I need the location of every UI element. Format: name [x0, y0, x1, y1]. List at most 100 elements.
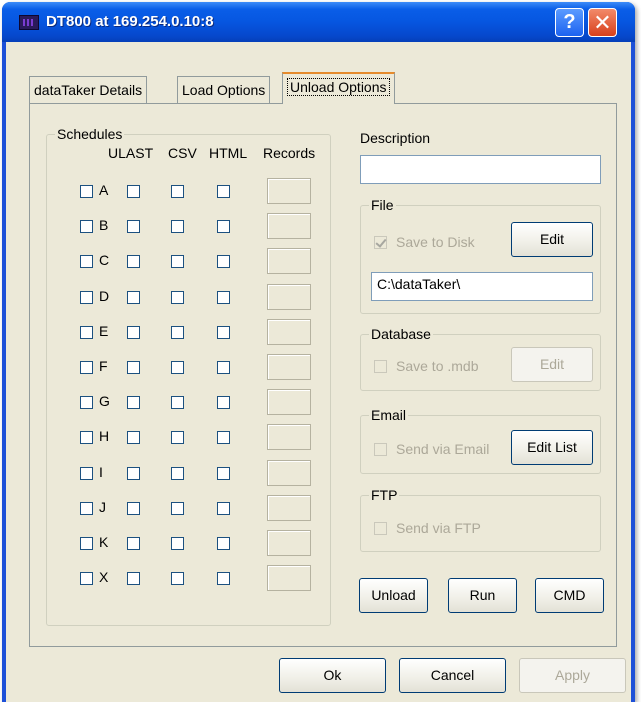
html-checkbox[interactable] [217, 326, 230, 339]
schedule-enable-checkbox[interactable] [80, 255, 93, 268]
records-field [267, 178, 311, 204]
schedule-enable-checkbox[interactable] [80, 572, 93, 585]
description-input[interactable] [360, 155, 601, 184]
schedules-group: Schedules ULAST CSV HTML Records A B C D E F G… [46, 126, 331, 626]
send-via-email-checkbox[interactable] [374, 443, 387, 456]
dialog-window: DT800 at 169.254.0.10:8 ? ✕ dataTaker De… [2, 2, 635, 702]
schedule-enable-checkbox[interactable] [80, 220, 93, 233]
schedule-letter: E [99, 323, 109, 339]
html-checkbox[interactable] [217, 361, 230, 374]
tab-panel-unload-options: Schedules ULAST CSV HTML Records A B C D E F G… [29, 103, 617, 647]
tab-label: Load Options [182, 82, 266, 98]
ulast-checkbox[interactable] [127, 185, 140, 198]
schedule-enable-checkbox[interactable] [80, 431, 93, 444]
schedule-letter: F [99, 358, 108, 374]
column-header-html: HTML [209, 145, 248, 161]
apply-button[interactable]: Apply [519, 658, 626, 693]
email-group-title: Email [369, 407, 409, 423]
html-checkbox[interactable] [217, 537, 230, 550]
schedule-letter: A [99, 182, 109, 198]
email-edit-list-button[interactable]: Edit List [511, 430, 593, 465]
file-path-input[interactable]: C:\dataTaker\ [371, 272, 593, 301]
schedule-enable-checkbox[interactable] [80, 502, 93, 515]
html-checkbox[interactable] [217, 185, 230, 198]
unload-button[interactable]: Unload [359, 578, 428, 613]
send-via-ftp-label: Send via FTP [396, 520, 481, 536]
csv-checkbox[interactable] [171, 502, 184, 515]
csv-checkbox[interactable] [171, 291, 184, 304]
cancel-button[interactable]: Cancel [399, 658, 506, 693]
tab-datataker-details[interactable]: dataTaker Details [29, 76, 148, 103]
save-to-disk-checkbox[interactable] [374, 236, 387, 249]
run-button[interactable]: Run [448, 578, 517, 613]
column-header-ulast: ULAST [108, 145, 154, 161]
ftp-group-title: FTP [369, 487, 400, 503]
html-checkbox[interactable] [217, 572, 230, 585]
save-to-mdb-checkbox[interactable] [374, 360, 387, 373]
help-button[interactable]: ? [555, 8, 584, 37]
ulast-checkbox[interactable] [127, 431, 140, 444]
csv-checkbox[interactable] [171, 361, 184, 374]
csv-checkbox[interactable] [171, 467, 184, 480]
ok-button[interactable]: Ok [279, 658, 386, 693]
cmd-button[interactable]: CMD [535, 578, 604, 613]
column-header-records: Records [263, 145, 316, 161]
tab-load-options[interactable]: Load Options [177, 76, 271, 103]
tab-label: Unload Options [287, 78, 390, 96]
csv-checkbox[interactable] [171, 537, 184, 550]
ftp-group: FTP Send via FTP [360, 487, 601, 552]
csv-checkbox[interactable] [171, 431, 184, 444]
ulast-checkbox[interactable] [127, 326, 140, 339]
csv-checkbox[interactable] [171, 255, 184, 268]
html-checkbox[interactable] [217, 502, 230, 515]
csv-checkbox[interactable] [171, 572, 184, 585]
schedule-enable-checkbox[interactable] [80, 396, 93, 409]
records-field [267, 565, 311, 591]
html-checkbox[interactable] [217, 396, 230, 409]
save-to-disk-label: Save to Disk [396, 234, 475, 250]
ulast-checkbox[interactable] [127, 361, 140, 374]
title-bar[interactable]: DT800 at 169.254.0.10:8 ? ✕ [2, 2, 635, 42]
tab-label: dataTaker Details [34, 82, 143, 98]
records-field [267, 389, 311, 415]
description-label: Description [360, 130, 431, 146]
database-edit-button[interactable]: Edit [511, 347, 593, 382]
ulast-checkbox[interactable] [127, 291, 140, 304]
file-group-title: File [369, 197, 396, 213]
schedules-group-title: Schedules [55, 126, 125, 142]
schedule-enable-checkbox[interactable] [80, 185, 93, 198]
schedule-enable-checkbox[interactable] [80, 361, 93, 374]
records-field [267, 213, 311, 239]
html-checkbox[interactable] [217, 255, 230, 268]
close-button[interactable]: ✕ [588, 8, 617, 37]
csv-checkbox[interactable] [171, 185, 184, 198]
ulast-checkbox[interactable] [127, 537, 140, 550]
schedule-enable-checkbox[interactable] [80, 537, 93, 550]
app-icon [19, 15, 39, 30]
send-via-ftp-checkbox[interactable] [374, 522, 387, 535]
schedule-enable-checkbox[interactable] [80, 467, 93, 480]
ulast-checkbox[interactable] [127, 572, 140, 585]
database-group-title: Database [369, 326, 433, 342]
ulast-checkbox[interactable] [127, 255, 140, 268]
ulast-checkbox[interactable] [127, 502, 140, 515]
email-group: Email Send via Email Edit List [360, 407, 601, 474]
ulast-checkbox[interactable] [127, 396, 140, 409]
schedule-letter: J [99, 499, 106, 515]
schedule-letter: I [99, 464, 103, 480]
html-checkbox[interactable] [217, 467, 230, 480]
csv-checkbox[interactable] [171, 220, 184, 233]
html-checkbox[interactable] [217, 291, 230, 304]
ulast-checkbox[interactable] [127, 467, 140, 480]
schedule-enable-checkbox[interactable] [80, 291, 93, 304]
csv-checkbox[interactable] [171, 396, 184, 409]
csv-checkbox[interactable] [171, 326, 184, 339]
ulast-checkbox[interactable] [127, 220, 140, 233]
html-checkbox[interactable] [217, 431, 230, 444]
schedule-letter: H [99, 428, 110, 444]
file-edit-button[interactable]: Edit [511, 222, 593, 257]
column-header-csv: CSV [168, 145, 197, 161]
html-checkbox[interactable] [217, 220, 230, 233]
tab-unload-options[interactable]: Unload Options [282, 72, 395, 104]
schedule-enable-checkbox[interactable] [80, 326, 93, 339]
